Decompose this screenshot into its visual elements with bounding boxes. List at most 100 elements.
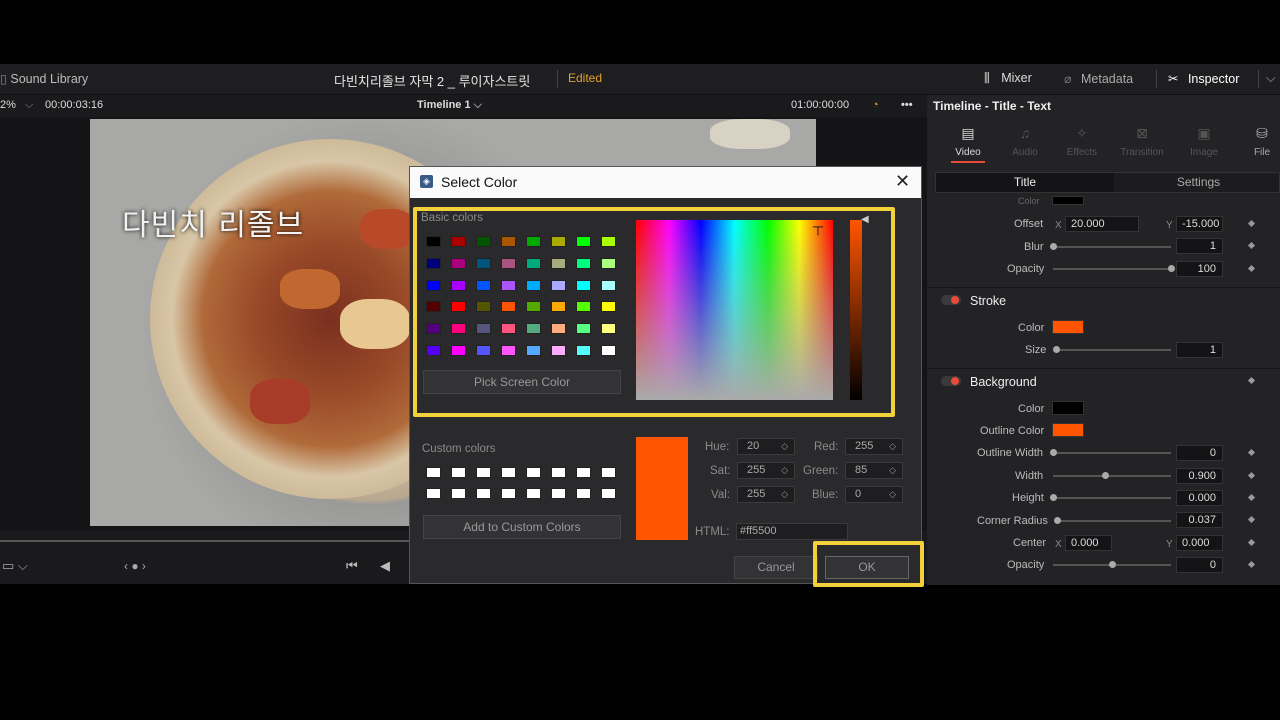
custom-color-swatch[interactable]	[426, 488, 441, 499]
tab-transition[interactable]: Transition	[1117, 147, 1167, 158]
bg-height-label: Height	[1012, 492, 1044, 504]
bg-opacity-field[interactable]: 0	[1176, 557, 1223, 573]
stroke-size-field[interactable]: 1	[1176, 342, 1223, 358]
custom-color-swatch[interactable]	[551, 467, 566, 478]
metadata-button[interactable]: ⌀ Metadata	[1064, 71, 1133, 86]
more-options-icon[interactable]: •••	[901, 99, 913, 111]
corner-radius-slider[interactable]	[1054, 517, 1171, 524]
stroke-color-swatch[interactable]	[1052, 320, 1084, 334]
custom-color-swatch[interactable]	[451, 488, 466, 499]
viewer-bar: 2% ⌵ 00:00:03:16 Timeline 1 ⌵ 01:00:00:0…	[0, 95, 927, 117]
tab-effects[interactable]: Effects	[1063, 147, 1101, 158]
slider-knob[interactable]	[1168, 265, 1175, 272]
cancel-button[interactable]: Cancel	[734, 556, 818, 579]
spin-arrows-icon[interactable]: ◇	[889, 487, 896, 502]
blue-spinbox[interactable]: 0 ◇	[845, 486, 903, 503]
outline-color-label: Outline Color	[980, 425, 1045, 437]
red-spinbox[interactable]: 255 ◇	[845, 438, 903, 455]
slider-knob[interactable]	[1053, 346, 1060, 353]
bg-opacity-slider[interactable]	[1053, 561, 1171, 568]
center-y-field[interactable]: 0.000	[1176, 535, 1223, 551]
prev-next-clip-icon[interactable]: ‹ ● ›	[124, 559, 146, 573]
metadata-icon: ⌀	[1064, 72, 1075, 86]
custom-color-swatch[interactable]	[476, 488, 491, 499]
custom-color-swatch[interactable]	[501, 488, 516, 499]
custom-color-swatch[interactable]	[551, 488, 566, 499]
custom-color-swatch[interactable]	[426, 467, 441, 478]
slider-knob[interactable]	[1050, 449, 1057, 456]
custom-color-swatch[interactable]	[576, 488, 591, 499]
outline-width-field[interactable]: 0	[1176, 445, 1223, 461]
slider-knob[interactable]	[1102, 472, 1109, 479]
stroke-size-slider[interactable]	[1053, 346, 1171, 353]
slider-knob[interactable]	[1050, 494, 1057, 501]
zoom-select[interactable]: 2% ⌵	[0, 99, 33, 112]
tab-video[interactable]: Video	[953, 147, 983, 158]
outline-width-label: Outline Width	[977, 447, 1044, 459]
close-icon[interactable]: ✕	[895, 171, 910, 192]
color-wheel-icon[interactable]: ◔	[872, 99, 879, 111]
sat-spinbox[interactable]: 255 ◇	[737, 462, 795, 479]
subtab-title[interactable]: Title	[936, 173, 1114, 192]
bg-width-field[interactable]: 0.900	[1176, 468, 1223, 484]
custom-color-swatch[interactable]	[526, 467, 541, 478]
offset-x-field[interactable]: 20.000	[1065, 216, 1139, 232]
stroke-toggle[interactable]	[941, 295, 961, 305]
offset-y-field[interactable]: -15.000	[1176, 216, 1223, 232]
mixer-button[interactable]: ⫼ Mixer	[984, 71, 1032, 86]
custom-color-swatch[interactable]	[576, 467, 591, 478]
bg-color-swatch[interactable]	[1052, 401, 1084, 415]
custom-color-swatch[interactable]	[601, 488, 616, 499]
spin-arrows-icon[interactable]: ◇	[889, 439, 896, 454]
outline-width-slider[interactable]	[1050, 449, 1171, 456]
viewer-mode-icon[interactable]: ▭ ⌵	[2, 558, 28, 574]
background-toggle[interactable]	[941, 376, 961, 386]
html-hex-field[interactable]: #ff5500	[736, 523, 848, 540]
ok-button-highlight	[813, 541, 924, 587]
val-value: 255	[747, 488, 766, 500]
tab-image[interactable]: Image	[1185, 147, 1223, 158]
play-reverse-icon[interactable]: ◀	[380, 558, 390, 574]
custom-color-swatch[interactable]	[526, 488, 541, 499]
blur-field[interactable]: 1	[1176, 238, 1223, 254]
opacity-field[interactable]: 100	[1176, 261, 1223, 277]
opacity-slider[interactable]	[1053, 265, 1175, 272]
scrub-bar[interactable]	[0, 540, 410, 542]
add-to-custom-colors-button[interactable]: Add to Custom Colors	[423, 515, 621, 539]
bg-height-field[interactable]: 0.000	[1176, 490, 1223, 506]
shadow-color-swatch[interactable]	[1052, 196, 1084, 205]
spin-arrows-icon[interactable]: ◇	[781, 463, 788, 478]
slider-knob[interactable]	[1050, 243, 1057, 250]
effects-icon: ✧	[1076, 125, 1088, 141]
library-icon: ▯	[0, 72, 11, 86]
bg-height-slider[interactable]	[1050, 494, 1171, 501]
bg-width-label: Width	[1015, 470, 1044, 482]
blur-slider[interactable]	[1050, 243, 1171, 250]
custom-color-swatch[interactable]	[601, 467, 616, 478]
slider-knob[interactable]	[1109, 561, 1116, 568]
skip-to-start-icon[interactable]: ⏮	[346, 558, 358, 574]
spin-arrows-icon[interactable]: ◇	[781, 439, 788, 454]
green-spinbox[interactable]: 85 ◇	[845, 462, 903, 479]
sound-library-button[interactable]: ▯ Sound Library	[0, 71, 88, 86]
spin-arrows-icon[interactable]: ◇	[889, 463, 896, 478]
center-x-field[interactable]: 0.000	[1065, 535, 1112, 551]
outline-color-swatch[interactable]	[1052, 423, 1084, 437]
slider-knob[interactable]	[1054, 517, 1061, 524]
corner-radius-field[interactable]: 0.037	[1176, 512, 1223, 528]
inspector-button[interactable]: ✂ Inspector	[1168, 71, 1239, 86]
hue-spinbox[interactable]: 20 ◇	[737, 438, 795, 455]
val-spinbox[interactable]: 255 ◇	[737, 486, 795, 503]
custom-color-swatch[interactable]	[476, 467, 491, 478]
subtab-settings[interactable]: Settings	[1116, 173, 1280, 192]
tab-file[interactable]: File	[1247, 147, 1277, 158]
audio-icon: ♫	[1019, 125, 1031, 141]
blur-label: Blur	[1024, 241, 1044, 253]
bg-width-slider[interactable]	[1053, 472, 1171, 479]
custom-color-swatch[interactable]	[451, 467, 466, 478]
tab-audio[interactable]: Audio	[1010, 147, 1040, 158]
expand-icon[interactable]: ⌵	[1266, 71, 1275, 86]
spin-arrows-icon[interactable]: ◇	[781, 487, 788, 502]
custom-color-swatch[interactable]	[501, 467, 516, 478]
timeline-select[interactable]: Timeline 1 ⌵	[417, 99, 482, 112]
